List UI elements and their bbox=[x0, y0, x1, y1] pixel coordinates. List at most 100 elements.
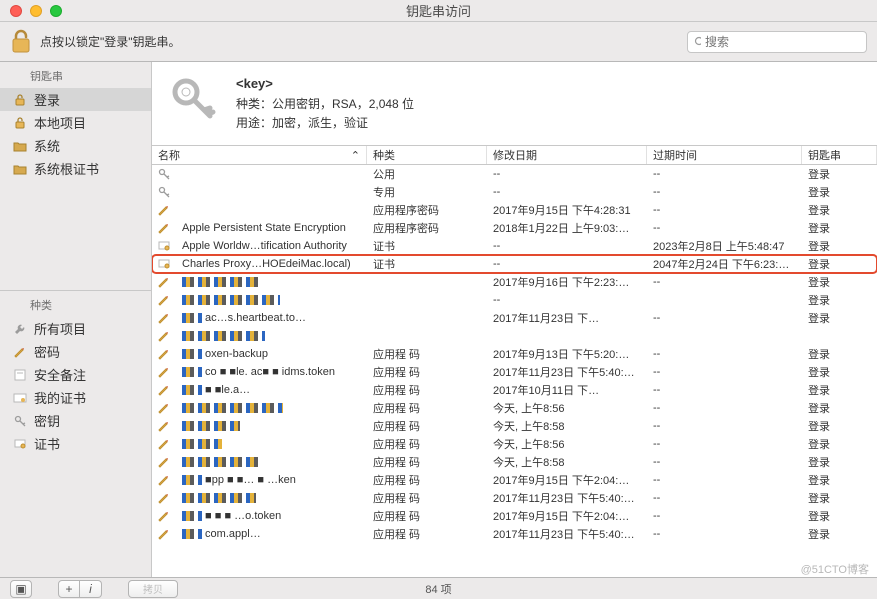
table-row[interactable]: Charles Proxy…HOEdeiMac.local)证书--2047年2… bbox=[152, 255, 877, 273]
sidebar: 钥匙串 登录本地项目系统系统根证书 种类 所有项目密码安全备注我的证书密钥证书 bbox=[0, 62, 152, 577]
cell-name: co ■ ■le. ac■ ■ idms.token bbox=[176, 366, 367, 378]
cell-modified: 2017年9月15日 下午2:04:… bbox=[487, 472, 647, 488]
sidebar-kind-我的证书[interactable]: 我的证书 bbox=[0, 386, 151, 409]
table-row[interactable]: 应用程 码今天, 上午8:58--登录 bbox=[152, 417, 877, 435]
table-row[interactable]: 应用程序密码2017年9月15日 下午4:28:31--登录 bbox=[152, 201, 877, 219]
row-icon bbox=[158, 366, 170, 378]
table-row[interactable]: ac…s.heartbeat.to…2017年11月23日 下…--登录 bbox=[152, 309, 877, 327]
sidebar-kind-密码[interactable]: 密码 bbox=[0, 340, 151, 363]
table-row[interactable]: ■ ■ ■ …o.token应用程 码2017年9月15日 下午2:04:…--… bbox=[152, 507, 877, 525]
sidebar-kind-所有项目[interactable]: 所有项目 bbox=[0, 317, 151, 340]
table-row[interactable]: ■ ■le.a…应用程 码2017年10月11日 下…--登录 bbox=[152, 381, 877, 399]
cell-keychain: 登录 bbox=[802, 490, 877, 506]
cell-modified: 今天, 上午8:56 bbox=[487, 436, 647, 452]
cell-keychain: 登录 bbox=[802, 220, 877, 236]
keychain-icon bbox=[12, 161, 28, 177]
cell-keychain: 登录 bbox=[802, 292, 877, 308]
sidebar-item-本地项目[interactable]: 本地项目 bbox=[0, 111, 151, 134]
cell-kind: 应用程序密码 bbox=[367, 202, 487, 218]
cell-modified: -- bbox=[487, 168, 647, 180]
row-icon bbox=[158, 456, 170, 468]
row-icon bbox=[158, 240, 170, 252]
table-row[interactable]: com.appl…应用程 码2017年11月23日 下午5:40:…--登录 bbox=[152, 525, 877, 543]
cell-name bbox=[176, 294, 367, 306]
table-row[interactable]: oxen-backup应用程 码2017年9月13日 下午5:20:…--登录 bbox=[152, 345, 877, 363]
table-row[interactable]: co ■ ■le. ac■ ■ idms.token应用程 码2017年11月2… bbox=[152, 363, 877, 381]
cell-keychain: 登录 bbox=[802, 238, 877, 254]
sidebar-kind-证书[interactable]: 证书 bbox=[0, 432, 151, 455]
copy-button[interactable]: 拷贝 bbox=[128, 580, 178, 598]
info-panel: <key> 种类：公用密钥，RSA，2,048 位 用途：加密，派生，验证 bbox=[152, 62, 877, 146]
minimize-button[interactable] bbox=[30, 5, 42, 17]
table-row[interactable]: 2017年9月16日 下午2:23:…--登录 bbox=[152, 273, 877, 291]
cell-modified: -- bbox=[487, 258, 647, 270]
table-row[interactable]: ■pp ■ ■… ■ …ken应用程 码2017年9月15日 下午2:04:…-… bbox=[152, 471, 877, 489]
key-icon bbox=[168, 74, 220, 126]
table-row[interactable]: 应用程 码今天, 上午8:58--登录 bbox=[152, 453, 877, 471]
cell-keychain: 登录 bbox=[802, 526, 877, 542]
cell-modified: 今天, 上午8:56 bbox=[487, 400, 647, 416]
cell-expires: -- bbox=[647, 204, 802, 216]
cell-keychain: 登录 bbox=[802, 202, 877, 218]
table-row[interactable]: Apple Persistent State Encryption应用程序密码2… bbox=[152, 219, 877, 237]
kind-icon bbox=[12, 413, 28, 429]
cell-name bbox=[176, 402, 367, 414]
col-modified[interactable]: 修改日期 bbox=[487, 146, 647, 164]
cell-modified: 2017年11月23日 下午5:40:… bbox=[487, 526, 647, 542]
cell-expires: -- bbox=[647, 474, 802, 486]
table-row[interactable]: 公用----登录 bbox=[152, 165, 877, 183]
cell-keychain: 登录 bbox=[802, 274, 877, 290]
cell-name: Apple Persistent State Encryption bbox=[176, 222, 367, 234]
cell-name: com.appl… bbox=[176, 528, 367, 540]
table-row[interactable]: 应用程 码今天, 上午8:56--登录 bbox=[152, 435, 877, 453]
titlebar: 钥匙串访问 bbox=[0, 0, 877, 22]
lock-icon[interactable] bbox=[10, 29, 32, 55]
cell-keychain: 登录 bbox=[802, 382, 877, 398]
cell-kind: 应用程 码 bbox=[367, 490, 487, 506]
sidebar-kind-安全备注[interactable]: 安全备注 bbox=[0, 363, 151, 386]
cell-expires: -- bbox=[647, 438, 802, 450]
cell-expires: 2023年2月8日 上午5:48:47 bbox=[647, 238, 802, 254]
cell-name bbox=[176, 492, 367, 504]
table-row[interactable]: 应用程 码2017年11月23日 下午5:40:…--登录 bbox=[152, 489, 877, 507]
cell-expires: -- bbox=[647, 366, 802, 378]
sidebar-item-系统根证书[interactable]: 系统根证书 bbox=[0, 157, 151, 180]
cell-keychain: 登录 bbox=[802, 472, 877, 488]
row-icon bbox=[158, 168, 170, 180]
row-icon bbox=[158, 330, 170, 342]
cell-modified: 2017年9月16日 下午2:23:… bbox=[487, 274, 647, 290]
search-input[interactable] bbox=[705, 35, 860, 49]
cell-keychain: 登录 bbox=[802, 364, 877, 380]
close-button[interactable] bbox=[10, 5, 22, 17]
sidebar-item-登录[interactable]: 登录 bbox=[0, 88, 151, 111]
row-icon bbox=[158, 312, 170, 324]
add-button[interactable]: + bbox=[58, 580, 80, 598]
sort-indicator: ⌃ bbox=[351, 149, 360, 162]
cell-kind: 应用程 码 bbox=[367, 400, 487, 416]
table-row[interactable]: -- 登录 bbox=[152, 291, 877, 309]
table-row[interactable]: 应用程 码今天, 上午8:56--登录 bbox=[152, 399, 877, 417]
col-name[interactable]: 名称⌃ bbox=[152, 146, 367, 164]
cell-keychain: 登录 bbox=[802, 508, 877, 524]
sidebar-kind-密钥[interactable]: 密钥 bbox=[0, 409, 151, 432]
search-field[interactable] bbox=[687, 31, 867, 53]
row-icon bbox=[158, 258, 170, 270]
table-row[interactable]: 专用----登录 bbox=[152, 183, 877, 201]
sidebar-item-系统[interactable]: 系统 bbox=[0, 134, 151, 157]
view-mode-button[interactable]: ▣ bbox=[10, 580, 32, 598]
zoom-button[interactable] bbox=[50, 5, 62, 17]
row-icon bbox=[158, 276, 170, 288]
row-icon bbox=[158, 510, 170, 522]
info-button[interactable]: i bbox=[80, 580, 102, 598]
table-row[interactable]: Apple Worldw…tification Authority证书--202… bbox=[152, 237, 877, 255]
col-expires[interactable]: 过期时间 bbox=[647, 146, 802, 164]
row-icon bbox=[158, 222, 170, 234]
col-keychain[interactable]: 钥匙串 bbox=[802, 146, 877, 164]
cell-name bbox=[176, 438, 367, 450]
table-body: 公用----登录专用----登录应用程序密码2017年9月15日 下午4:28:… bbox=[152, 165, 877, 577]
table-row[interactable] bbox=[152, 327, 877, 345]
col-kind[interactable]: 种类 bbox=[367, 146, 487, 164]
cell-expires: -- bbox=[647, 276, 802, 288]
cell-modified: -- bbox=[487, 294, 647, 306]
row-icon bbox=[158, 438, 170, 450]
